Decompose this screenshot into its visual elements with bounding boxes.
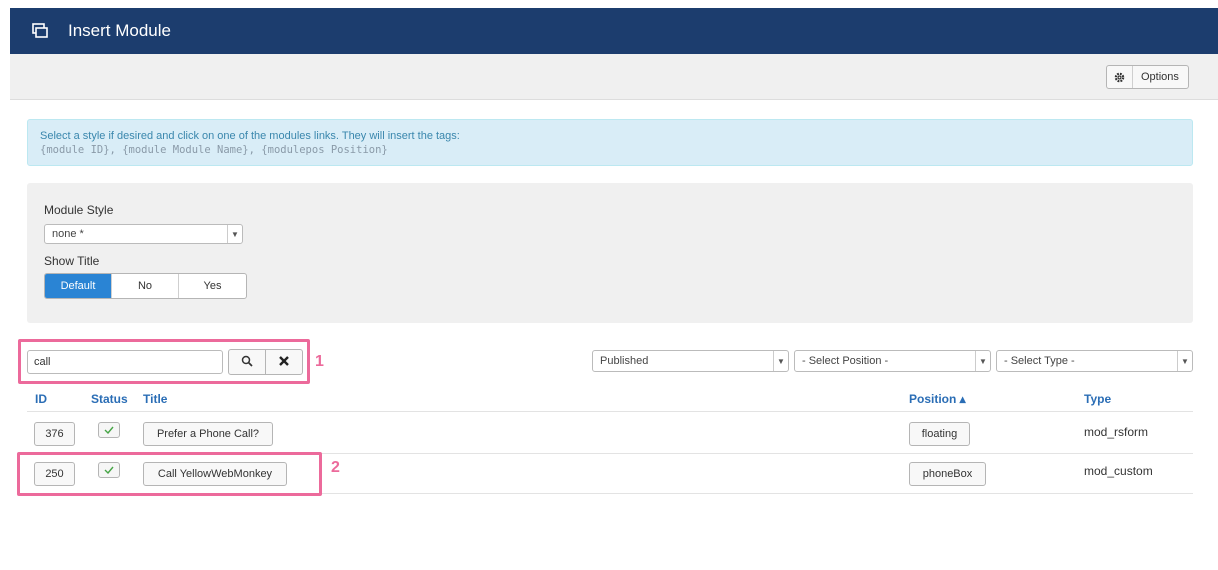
highlight-box-1 bbox=[18, 339, 310, 384]
show-title-yes-button[interactable]: Yes bbox=[179, 274, 246, 298]
show-title-toggle: Default No Yes bbox=[44, 273, 247, 299]
type-filter-value: - Select Type - bbox=[1004, 355, 1075, 367]
tag-module-name: {module Module Name} bbox=[122, 144, 249, 156]
published-check-icon[interactable] bbox=[98, 422, 120, 438]
page-title: Insert Module bbox=[68, 21, 171, 40]
position-filter-select[interactable]: - Select Position - ▼ bbox=[794, 350, 991, 372]
chevron-down-icon: ▼ bbox=[975, 351, 990, 371]
tag-modulepos: {modulepos Position} bbox=[261, 144, 388, 156]
chevron-down-icon: ▼ bbox=[227, 225, 242, 243]
module-id-button[interactable]: 376 bbox=[34, 422, 75, 446]
highlight-box-2 bbox=[17, 452, 322, 496]
column-header-type[interactable]: Type bbox=[1084, 392, 1111, 406]
module-type: mod_custom bbox=[1084, 464, 1153, 478]
column-header-title[interactable]: Title bbox=[143, 392, 167, 406]
module-title-button[interactable]: Prefer a Phone Call? bbox=[143, 422, 273, 446]
annotation-number-1: 1 bbox=[315, 353, 324, 370]
toolbar: Options bbox=[10, 54, 1218, 100]
chevron-down-icon: ▼ bbox=[773, 351, 788, 371]
column-header-id[interactable]: ID bbox=[35, 392, 47, 406]
annotation-number-2: 2 bbox=[331, 459, 340, 476]
gear-icon bbox=[1107, 66, 1133, 88]
info-alert: Select a style if desired and click on o… bbox=[27, 119, 1193, 166]
chevron-down-icon: ▼ bbox=[1177, 351, 1192, 371]
module-style-value: none * bbox=[52, 228, 84, 240]
column-header-status[interactable]: Status bbox=[91, 392, 128, 406]
status-filter-select[interactable]: Published ▼ bbox=[592, 350, 789, 372]
module-icon bbox=[30, 21, 50, 41]
module-style-label: Module Style bbox=[44, 203, 114, 217]
module-position-button[interactable]: floating bbox=[909, 422, 970, 446]
module-type: mod_rsform bbox=[1084, 425, 1149, 439]
header-divider bbox=[27, 411, 1193, 412]
show-title-no-button[interactable]: No bbox=[112, 274, 179, 298]
tag-module-id: {module ID} bbox=[40, 144, 110, 156]
show-title-default-button[interactable]: Default bbox=[45, 274, 112, 298]
title-bar: Insert Module bbox=[10, 8, 1218, 54]
options-button[interactable]: Options bbox=[1106, 65, 1189, 89]
module-style-select[interactable]: none * ▼ bbox=[44, 224, 243, 244]
status-filter-value: Published bbox=[600, 355, 649, 367]
info-text: Select a style if desired and click on o… bbox=[40, 130, 460, 142]
options-label: Options bbox=[1141, 71, 1179, 83]
show-title-label: Show Title bbox=[44, 254, 100, 268]
module-position-button[interactable]: phoneBox bbox=[909, 462, 986, 486]
style-options-panel: Module Style none * ▼ Show Title Default… bbox=[27, 183, 1193, 323]
type-filter-select[interactable]: - Select Type - ▼ bbox=[996, 350, 1193, 372]
column-header-position[interactable]: Position ▴ bbox=[909, 392, 966, 406]
position-filter-value: - Select Position - bbox=[802, 355, 889, 367]
